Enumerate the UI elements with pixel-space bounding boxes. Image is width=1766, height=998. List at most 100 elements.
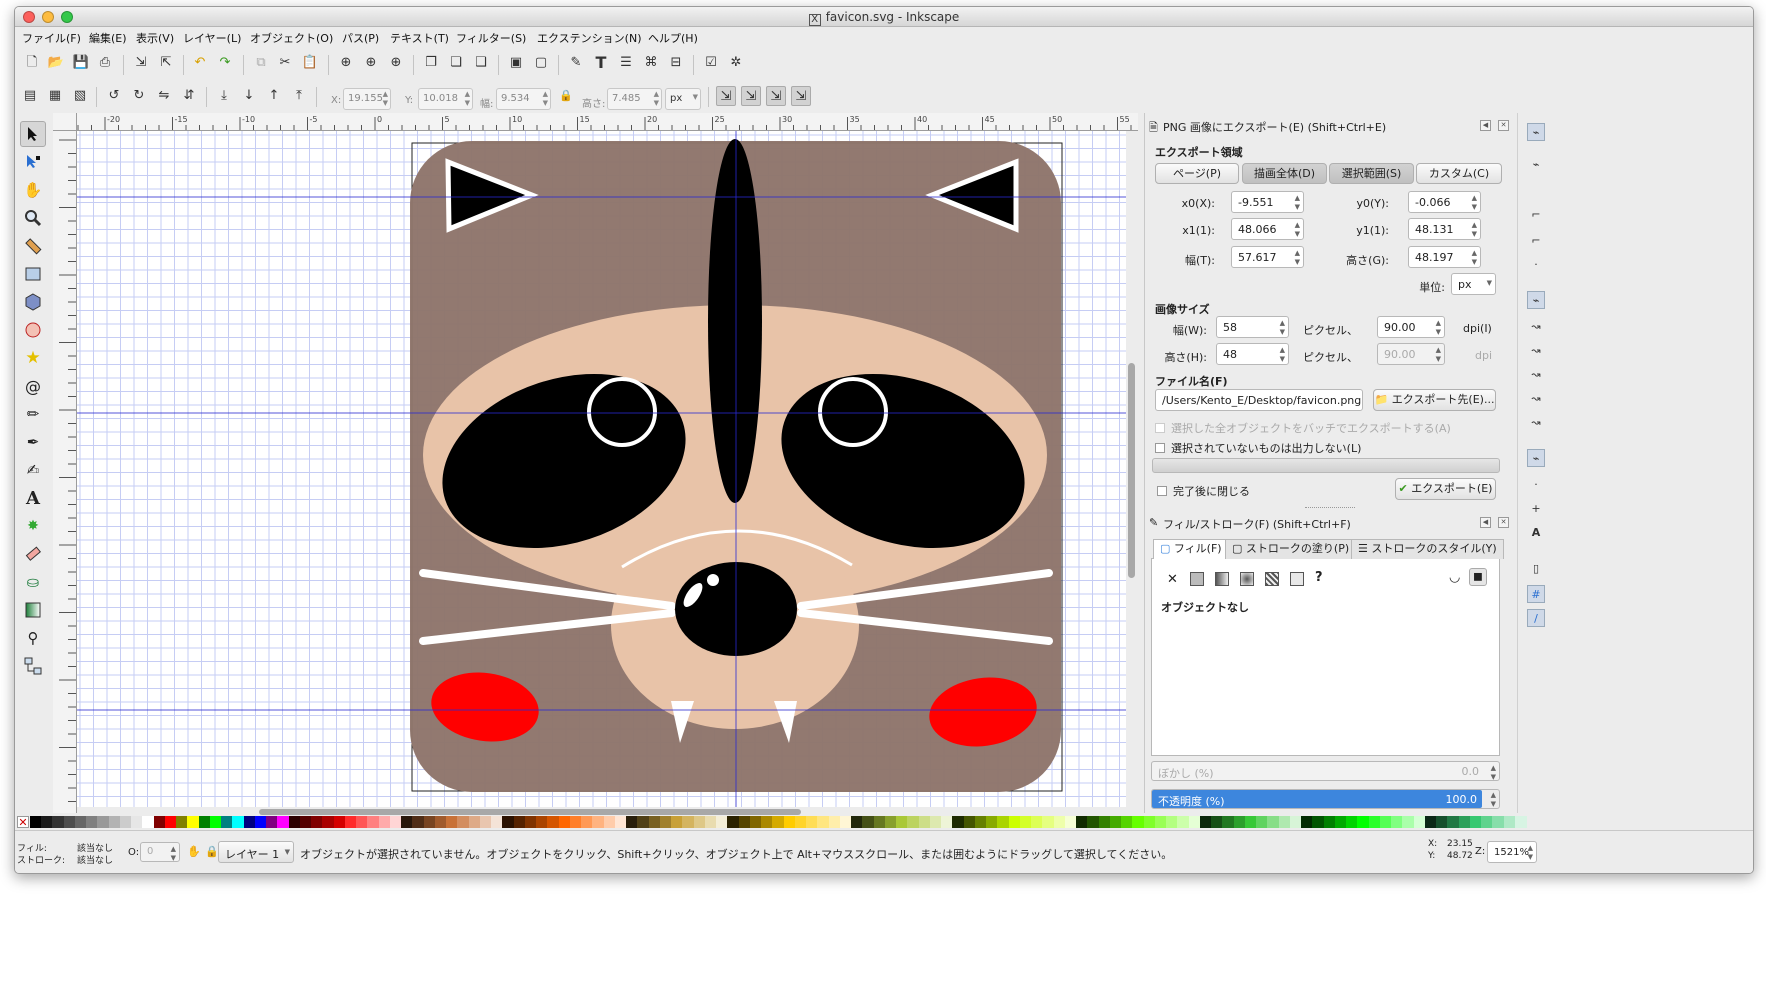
color-swatch[interactable] [1166,816,1179,828]
snap-path-intersection-icon[interactable]: ↝ [1527,341,1545,359]
color-swatch[interactable] [434,816,447,828]
color-swatch[interactable] [547,816,560,828]
vertical-scrollbar[interactable] [1126,131,1138,807]
color-swatch[interactable] [41,816,54,828]
snap-others-icon[interactable]: ⌁ [1527,449,1545,467]
color-swatch[interactable] [1211,816,1224,828]
snap-bbox-corner-icon[interactable]: ⌐ [1527,231,1545,249]
pencil-tool-icon[interactable]: ✏ [20,401,46,427]
color-swatch[interactable] [446,816,459,828]
color-swatch[interactable] [209,816,222,828]
color-swatch[interactable] [1244,816,1257,828]
color-swatch[interactable] [603,816,616,828]
color-swatch[interactable] [1458,816,1471,828]
unit-select[interactable]: px ▼ [665,88,701,110]
linear-gradient-icon[interactable] [1215,572,1229,586]
color-swatch[interactable] [153,816,166,828]
color-swatch[interactable] [952,816,965,828]
radial-gradient-icon[interactable] [1240,572,1254,586]
layer-select[interactable]: レイヤー 1 ▼ [218,841,294,863]
color-swatch[interactable] [806,816,819,828]
opacity-slider[interactable]: 不透明度 (%) 100.0 ▲ ▼ [1151,789,1500,809]
hide-unselected-checkbox[interactable]: 選択されていないものは出力しない(L) [1155,440,1361,456]
color-swatch[interactable] [693,816,706,828]
color-swatch[interactable] [322,816,335,828]
flip-horizontal-icon[interactable]: ⇋ [154,86,174,106]
flat-color-icon[interactable] [1190,572,1204,586]
color-swatch[interactable] [86,816,99,828]
color-swatch[interactable] [176,816,189,828]
fill-stroke-icon[interactable]: ✎ [566,53,586,73]
y1-input[interactable]: 48.131 ▲ ▼ [1408,218,1481,240]
cut-icon[interactable]: ✂ [275,53,295,73]
color-swatch[interactable] [423,816,436,828]
color-swatch[interactable] [862,816,875,828]
color-swatch[interactable] [389,816,402,828]
opacity-status-input[interactable]: 0 ▲ ▼ [140,842,180,862]
color-swatch[interactable] [1312,816,1325,828]
color-swatch[interactable] [929,816,942,828]
color-swatch[interactable] [828,816,841,828]
color-swatch[interactable] [1301,816,1314,828]
color-swatch[interactable] [1008,816,1021,828]
color-swatch[interactable] [918,816,931,828]
x1-input[interactable]: 48.066 ▲ ▼ [1231,218,1304,240]
zoom-tool-icon[interactable] [20,205,46,231]
color-swatch[interactable] [356,816,369,828]
color-swatch[interactable] [1334,816,1347,828]
color-swatch[interactable] [626,816,639,828]
color-swatch[interactable] [378,816,391,828]
color-swatch[interactable] [491,816,504,828]
raise-icon[interactable]: ↑ [264,86,284,106]
snap-grid-icon[interactable]: # [1527,585,1545,603]
copy-icon[interactable]: ⧉ [251,53,271,73]
lock-icon[interactable]: 🔒 [556,86,576,106]
color-swatch[interactable] [941,816,954,828]
eraser-tool-icon[interactable] [20,541,46,567]
lower-icon[interactable]: ↓ [239,86,259,106]
color-swatch[interactable] [1098,816,1111,828]
pattern-icon[interactable] [1265,572,1279,586]
color-swatch[interactable] [1368,816,1381,828]
unlink-clone-icon[interactable]: ❑ [471,53,491,73]
color-swatch[interactable] [457,816,470,828]
snap-bbox-midpoint-icon[interactable]: · [1527,255,1545,273]
menu-view[interactable]: 表示(V) [136,30,174,46]
menu-help[interactable]: ヘルプ(H) [648,30,698,46]
flip-vertical-icon[interactable]: ⇵ [179,86,199,106]
menu-path[interactable]: パス(P) [342,30,379,46]
color-swatch[interactable] [1188,816,1201,828]
new-document-icon[interactable]: 🗋 [22,53,42,73]
color-swatch[interactable] [288,816,301,828]
color-swatch[interactable] [1121,816,1134,828]
close-when-done-checkbox[interactable]: 完了後に閉じる [1157,483,1250,499]
color-swatch[interactable] [367,816,380,828]
group-icon[interactable]: ▣ [506,53,526,73]
color-swatch[interactable] [266,816,279,828]
color-swatch[interactable] [581,816,594,828]
color-swatch[interactable] [1357,816,1370,828]
3dbox-tool-icon[interactable] [20,289,46,315]
snap-enable-icon[interactable]: ⌁ [1527,123,1545,141]
node-tool-icon[interactable] [20,149,46,175]
deselect-icon[interactable]: ▧ [70,86,90,106]
fill-evenodd-icon[interactable]: ◡ [1449,570,1460,585]
dpi-input[interactable]: 90.00 ▲ ▼ [1377,316,1445,338]
fill-nonzero-icon[interactable]: ◼ [1469,568,1487,586]
rectangle-tool-icon[interactable] [20,261,46,287]
snap-nodes-icon[interactable]: ⌁ [1527,291,1545,309]
color-swatch[interactable] [794,816,807,828]
x0-input[interactable]: -9.551 ▲ ▼ [1231,191,1304,213]
width-input[interactable]: 9.534 ▲ ▼ [496,88,551,110]
color-swatch[interactable] [761,816,774,828]
color-swatch[interactable] [1503,816,1516,828]
paint-bucket-tool-icon[interactable]: ⛀ [20,569,46,595]
color-swatch[interactable] [1323,816,1336,828]
scale-stroke-icon[interactable]: ⇲ [716,86,736,106]
select-all-icon[interactable]: ▤ [20,86,40,106]
color-swatch[interactable] [1379,816,1392,828]
color-swatch[interactable] [727,816,740,828]
hide-layer-icon[interactable]: ✋ [187,845,201,858]
color-swatch[interactable] [896,816,909,828]
color-swatch[interactable] [1064,816,1077,828]
